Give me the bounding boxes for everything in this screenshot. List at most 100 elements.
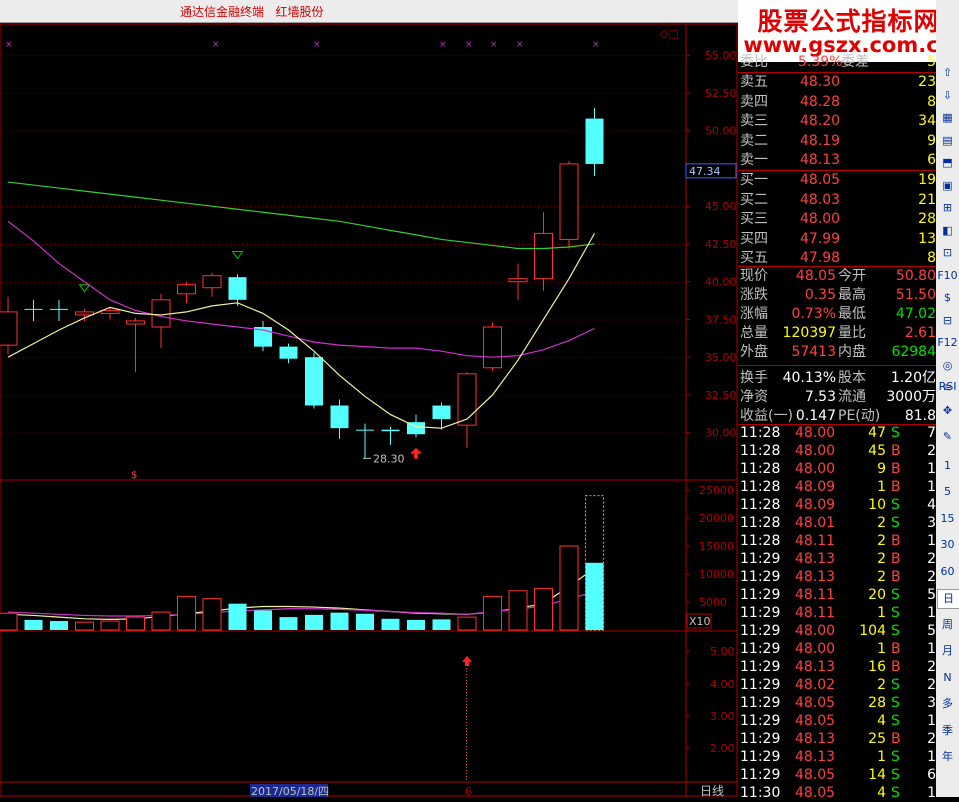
tick-row[interactable]: 11:29 48.13 16 B 2: [738, 658, 936, 676]
grid-dot: [54, 357, 55, 359]
period-button[interactable]: 年: [937, 748, 958, 766]
move-icon[interactable]: ✥: [937, 402, 958, 420]
grid-dot: [362, 92, 363, 94]
buy-level-row[interactable]: 买四 47.99 13: [738, 230, 936, 248]
period-button[interactable]: 多: [937, 695, 958, 713]
grid-dot: [302, 92, 303, 94]
grid-dot: [670, 432, 671, 434]
tick-row[interactable]: 11:28 48.09 10 S 4: [738, 496, 936, 514]
sell-level-row[interactable]: 卖二 48.19 9: [738, 132, 936, 150]
toolbar-tool-icon[interactable]: ⊟: [937, 312, 958, 330]
grid-dot: [210, 92, 211, 94]
stat-row[interactable]: 涨跌 0.35 最高 51.50: [738, 286, 936, 304]
stat-row[interactable]: 外盘 57413 内盘 62984: [738, 343, 936, 361]
grid-dot: [98, 92, 99, 94]
toolbar-tool-icon[interactable]: F10: [937, 267, 958, 285]
tick-row[interactable]: 11:28 48.00 47 S 7: [738, 424, 936, 442]
grid-dot: [74, 394, 75, 396]
toolbar-tool-icon[interactable]: ▦: [937, 109, 958, 127]
toolbar-tool-icon[interactable]: ▣: [937, 177, 958, 195]
period-button[interactable]: 30: [937, 536, 958, 554]
period-button[interactable]: 月: [937, 642, 958, 660]
period-button[interactable]: 15: [937, 510, 958, 528]
sell-level-row[interactable]: 卖一 48.13 6: [738, 151, 936, 169]
grid-dot: [594, 432, 595, 434]
grid-dot: [638, 206, 639, 208]
grid-dot: [482, 281, 483, 283]
grid-dot: [654, 394, 655, 396]
tick-row[interactable]: 11:28 48.09 1 B 1: [738, 478, 936, 496]
period-button[interactable]: 周: [937, 616, 958, 634]
grid-dot: [258, 319, 259, 321]
buy-level-row[interactable]: 买三 48.00 28: [738, 210, 936, 228]
period-button[interactable]: 1: [937, 457, 958, 475]
grid-dot: [218, 357, 219, 359]
tick-row[interactable]: 11:29 48.13 1 S 1: [738, 748, 936, 766]
grid-dot: [254, 394, 255, 396]
period-button[interactable]: 5: [937, 483, 958, 501]
grid-dot: [282, 432, 283, 434]
grid-dot: [634, 357, 635, 359]
toolbar-tool-icon[interactable]: F12: [937, 334, 958, 352]
sell-level-row[interactable]: 卖五 48.30 23: [738, 73, 936, 91]
period-button[interactable]: 季: [937, 722, 958, 740]
period-button[interactable]: RSI: [937, 378, 958, 396]
kline-chart[interactable]: ××××××××◇□$28.30 55.0052.5050.0047.5047.…: [0, 0, 738, 797]
tick-row[interactable]: 11:29 48.11 20 S 5: [738, 586, 936, 604]
tick-row[interactable]: 11:28 48.00 45 B 2: [738, 442, 936, 460]
period-button[interactable]: 60: [937, 563, 958, 581]
tick-row[interactable]: 11:29 48.05 4 S 1: [738, 712, 936, 730]
tick-row[interactable]: 11:29 48.00 1 B 1: [738, 640, 936, 658]
toolbar-tool-icon[interactable]: ⬒: [937, 154, 958, 172]
tick-row[interactable]: 11:29 48.05 14 S 6: [738, 766, 936, 784]
sell-level-row[interactable]: 卖四 48.28 8: [738, 93, 936, 111]
tick-row[interactable]: 11:29 48.05 28 S 3: [738, 694, 936, 712]
buy-level-row[interactable]: 买五 47.98 8: [738, 249, 936, 267]
toolbar-tool-icon[interactable]: ⊡: [937, 244, 958, 262]
stat-row[interactable]: 收益(一) 0.147 PE(动) 81.8: [738, 407, 936, 425]
tick-row[interactable]: 11:29 48.13 2 B 2: [738, 568, 936, 586]
tick-row[interactable]: 11:29 48.11 1 S 1: [738, 604, 936, 622]
volume-bar: [126, 616, 145, 631]
buy-level-row[interactable]: 买一 48.05 19: [738, 171, 936, 189]
stat-row[interactable]: 换手 40.13% 股本 1.20亿: [738, 369, 936, 387]
tick-row[interactable]: 11:29 48.13 2 B 2: [738, 550, 936, 568]
grid-dot: [266, 206, 267, 208]
grid-dot: [510, 394, 511, 396]
stat-row[interactable]: 涨幅 0.73% 最低 47.02: [738, 305, 936, 323]
toolbar-tool-icon[interactable]: ⇧: [937, 64, 958, 82]
stat-row[interactable]: 总量 120397 量比 2.61: [738, 324, 936, 342]
toolbar-tool-icon[interactable]: ⇩: [937, 87, 958, 105]
buy-level-row[interactable]: 买二 48.03 21: [738, 191, 936, 209]
sell-level-row[interactable]: 卖三 48.20 34: [738, 112, 936, 130]
stat-row[interactable]: 现价 48.05 今开 50.80: [738, 267, 936, 285]
grid-dot: [230, 92, 231, 94]
toolbar-tool-icon[interactable]: ⊞: [937, 199, 958, 217]
grid-dot: [578, 130, 579, 132]
grid-dot: [294, 319, 295, 321]
grid-dot: [286, 243, 287, 245]
sell-level-label: 卖四: [740, 93, 768, 110]
period-button[interactable]: N: [937, 669, 958, 687]
grid-dot: [662, 92, 663, 94]
toolbar-tool-icon[interactable]: ◧: [937, 222, 958, 240]
grid-dot: [62, 319, 63, 321]
toolbar-tool-icon[interactable]: $: [937, 289, 958, 307]
grid-dot: [162, 357, 163, 359]
tick-time: 11:28: [740, 515, 781, 531]
tick-row[interactable]: 11:29 48.13 25 B 2: [738, 730, 936, 748]
grid-dot: [154, 55, 155, 57]
draw-pen-icon[interactable]: ✎: [937, 428, 958, 446]
grid-dot: [270, 243, 271, 245]
toolbar-tool-icon[interactable]: ◎: [937, 357, 958, 375]
toolbar-tool-icon[interactable]: ▤: [937, 132, 958, 150]
tick-row[interactable]: 11:28 48.00 9 B 1: [738, 460, 936, 478]
period-button[interactable]: 日: [937, 589, 959, 609]
tick-row[interactable]: 11:29 48.02 2 S 2: [738, 676, 936, 694]
stat-row[interactable]: 净资 7.53 流通 3000万: [738, 388, 936, 406]
tick-row[interactable]: 11:28 48.01 2 S 3: [738, 514, 936, 532]
tick-row[interactable]: 11:30 48.05 4 S 1: [738, 784, 936, 802]
tick-row[interactable]: 11:28 48.11 2 B 1: [738, 532, 936, 550]
tick-row[interactable]: 11:29 48.00 104 S 5: [738, 622, 936, 640]
order-book-header[interactable]: 委比 5.39% 委差 5: [738, 53, 936, 71]
